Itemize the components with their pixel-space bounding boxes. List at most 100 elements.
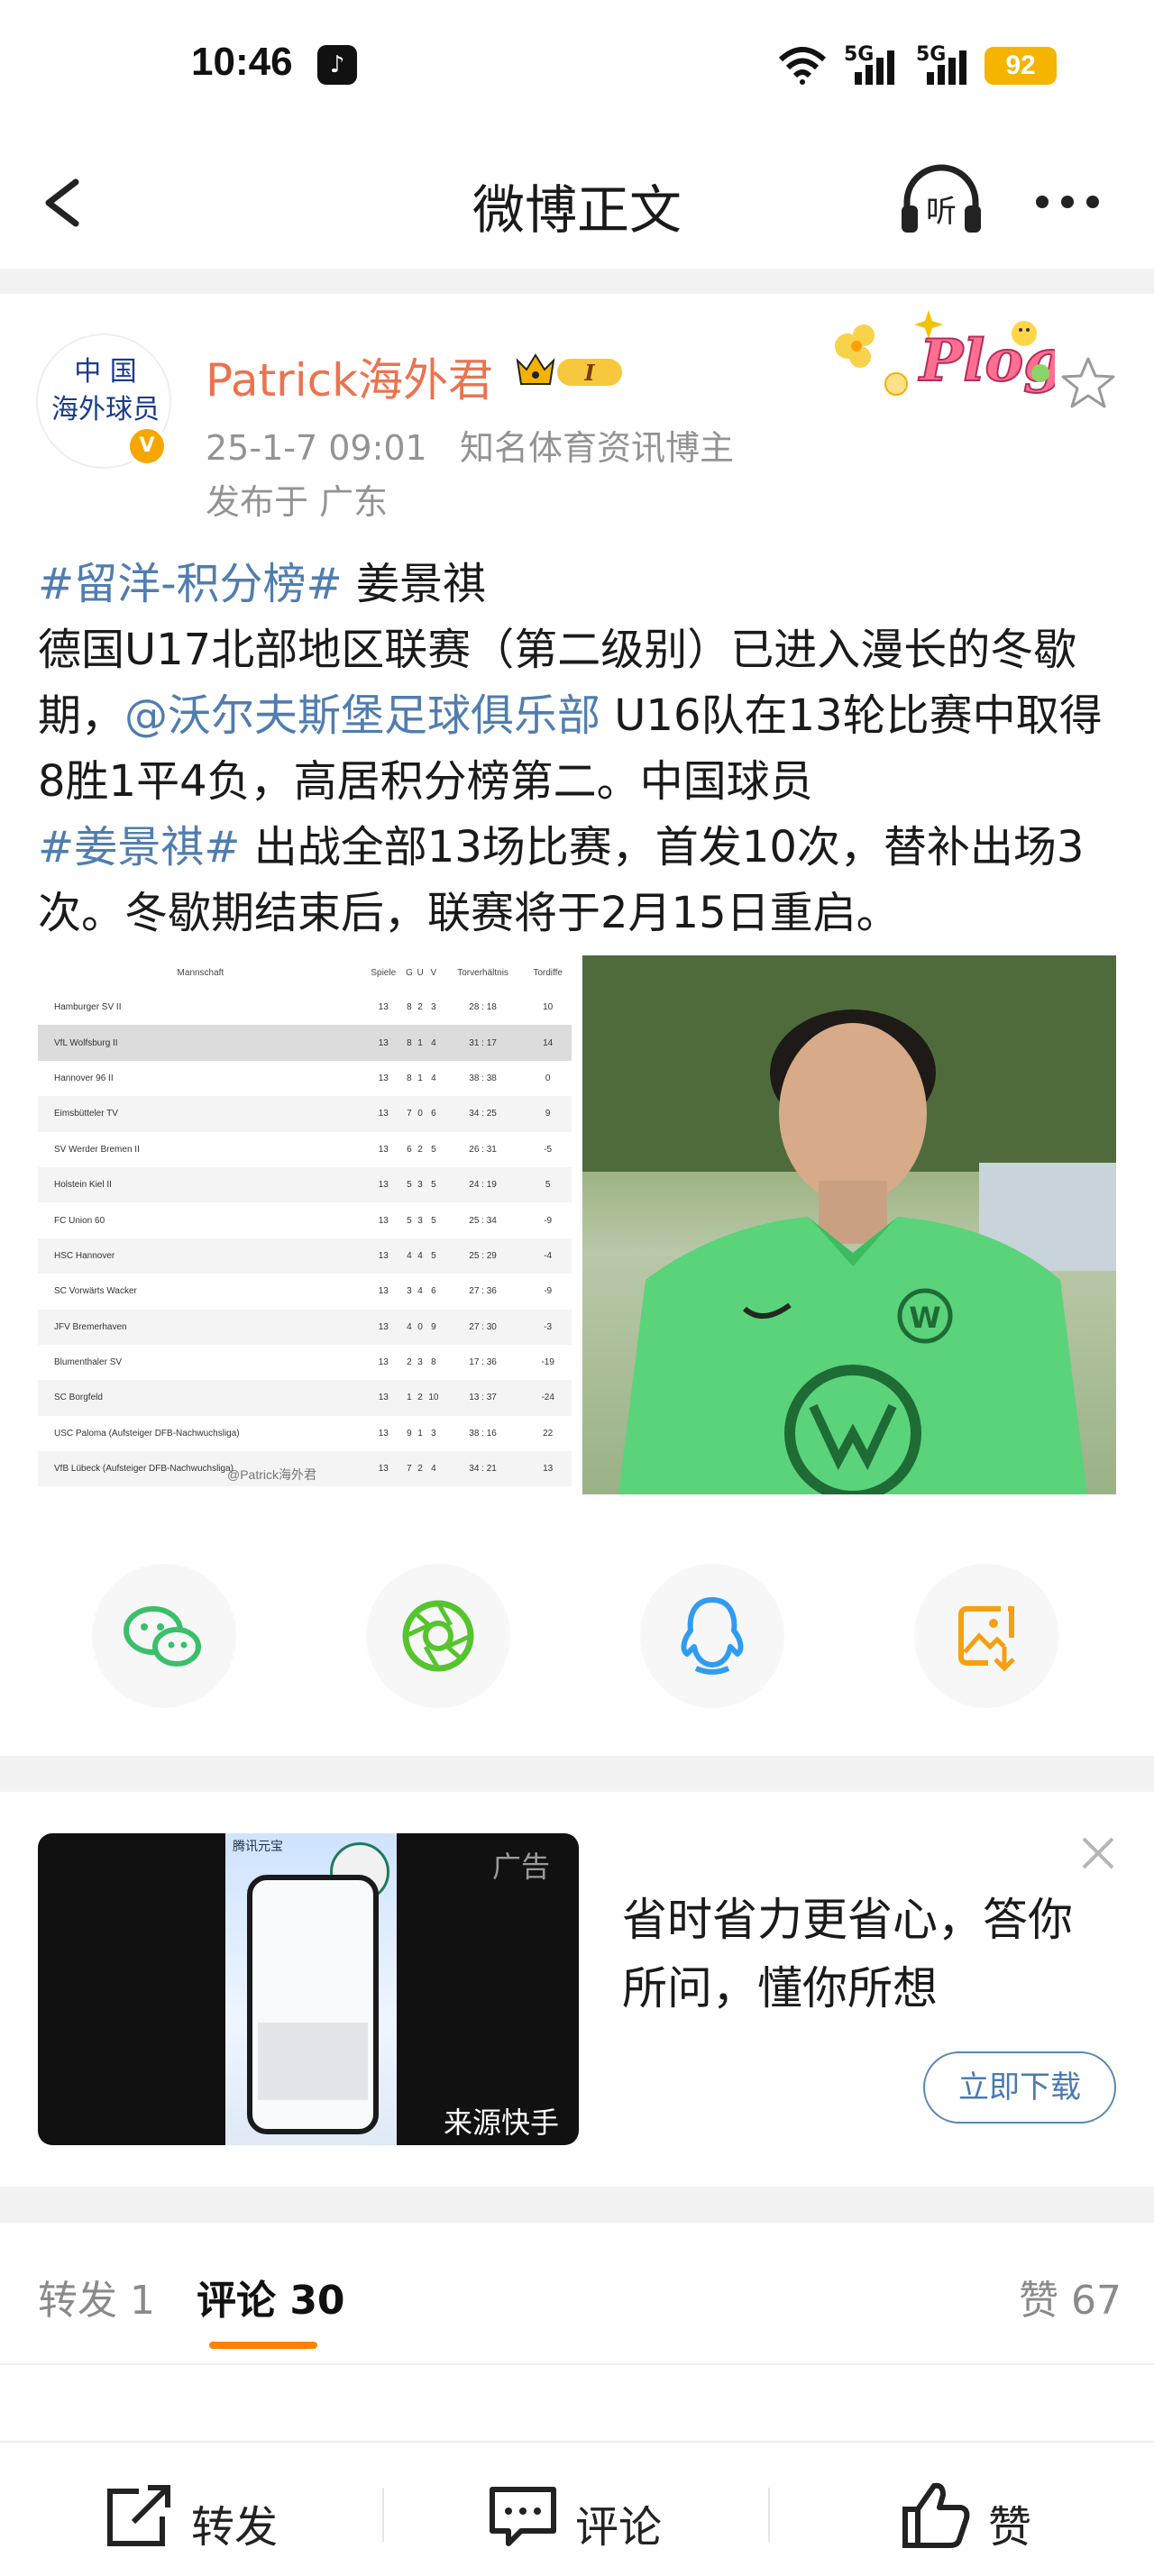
moments-icon <box>402 1600 474 1672</box>
bottom-action-bar: 转发 评论 赞 <box>0 2441 1154 2576</box>
username[interactable]: Patrick海外君 <box>206 344 493 409</box>
table-cell: 26 : 31 <box>469 1144 497 1155</box>
table-cell: -9 <box>544 1286 553 1297</box>
ad-phone-keyboard <box>258 2023 368 2100</box>
table-cell: 22 <box>543 1428 554 1439</box>
player-photo-image[interactable]: W <box>582 955 1116 1494</box>
table-cell: 2 <box>415 1451 426 1487</box>
ad-text[interactable]: 省时省力更省心，答你所问，懂你所想 <box>622 1886 1100 2023</box>
team-name-cell: Hamburger SV II <box>54 1002 122 1013</box>
table-cell: 27 : 36 <box>469 1286 497 1297</box>
table-cell: 0 <box>545 1073 551 1083</box>
status-bar: 10:46 ♪ 5G 5G 92 <box>0 0 1154 135</box>
table-cell: 3 <box>431 1428 436 1439</box>
forward-button[interactable]: 转发 <box>101 2479 308 2553</box>
table-cell: 2 <box>415 1380 426 1416</box>
table-row: SV Werder Bremen II 13 6 2 5 26 : 31 -5 <box>38 1132 572 1167</box>
vip-crown-badge-icon[interactable]: I <box>512 348 635 393</box>
table-cell: 13 <box>362 1238 404 1274</box>
table-cell: 13 <box>378 1357 389 1368</box>
team-name-cell: SC Vorwärts Wacker <box>54 1286 137 1297</box>
table-cell: -24 <box>524 1380 572 1416</box>
table-cell: 4 <box>417 1286 423 1297</box>
table-cell: 6 <box>407 1144 412 1155</box>
team-name-cell: SC Borgfeld <box>38 1380 363 1416</box>
comment-button[interactable]: 评论 <box>485 2479 692 2553</box>
table-cell: 5 <box>403 1166 416 1203</box>
team-name-cell: JFV Bremerhaven <box>38 1309 363 1345</box>
table-cell: 9 <box>425 1309 442 1345</box>
table-cell: 3 <box>431 1002 436 1013</box>
team-name-cell: SV Werder Bremen II <box>54 1144 140 1155</box>
share-qq-button[interactable] <box>640 1564 784 1708</box>
tab-comment[interactable]: 评论 30 <box>197 2268 345 2325</box>
table-cell: 8 <box>431 1357 436 1368</box>
mention-link[interactable]: @沃尔夫斯堡足球俱乐部 <box>124 690 600 741</box>
table-cell: -19 <box>541 1357 554 1368</box>
table-cell: 4 <box>403 1309 416 1345</box>
table-cell: 1 <box>417 1428 423 1439</box>
table-cell: 34 : 25 <box>441 1096 525 1132</box>
favorite-button[interactable] <box>1057 352 1120 415</box>
status-time: 10:46 <box>191 40 293 84</box>
more-button[interactable] <box>1024 177 1111 227</box>
player-tag-link[interactable]: #姜景祺# <box>38 822 240 872</box>
table-row: Blumenthaler SV 13 2 3 8 17 : 36 -19 <box>38 1345 572 1380</box>
star-icon <box>1061 357 1115 408</box>
table-header-cell: Mannschaft <box>177 967 224 978</box>
table-cell: 13 <box>524 1451 572 1487</box>
table-cell: 5 <box>431 1215 436 1226</box>
table-header-cell: G <box>406 967 413 978</box>
table-cell: 38 : 38 <box>469 1073 497 1083</box>
table-cell: 5 <box>425 1238 442 1274</box>
active-tab-indicator <box>209 2342 317 2349</box>
table-cell: 13 <box>378 1073 389 1083</box>
standings-table-image[interactable]: Mannschaft Spiele G U V Torverhältnis Tordiffe… <box>38 955 572 1494</box>
battery-indicator: 92 <box>985 47 1057 85</box>
table-cell: 6 <box>425 1096 442 1132</box>
thumbs-up-icon <box>902 2482 970 2548</box>
section-gap <box>0 269 1154 294</box>
table-cell: 31 : 17 <box>441 1025 525 1061</box>
tab-forward[interactable]: 转发 1 <box>38 2268 155 2325</box>
ad-source: 来源快手 <box>444 2106 560 2140</box>
comment-label: 评论 <box>575 2502 663 2553</box>
table-cell: 13 <box>378 1002 389 1013</box>
vip-level: I <box>583 360 595 386</box>
ad-close-button[interactable] <box>1075 1830 1122 1877</box>
comment-icon <box>490 2487 556 2546</box>
team-name-cell: Holstein Kiel II <box>38 1166 363 1203</box>
team-name-cell: Blumenthaler SV <box>54 1357 123 1368</box>
post-content: #留洋-积分榜# 姜景祺 德国U17北部地区联赛（第二级别）已进入漫长的冬歇期，… <box>38 552 1120 946</box>
table-row: JFV Bremerhaven 13 4 0 9 27 : 30 -3 <box>38 1309 572 1345</box>
share-moments-button[interactable] <box>366 1564 510 1708</box>
table-cell: 13 <box>378 1428 389 1439</box>
table-cell: 13 <box>378 1215 389 1226</box>
listen-button[interactable]: 听 <box>898 162 985 243</box>
table-cell: 8 <box>403 1025 416 1061</box>
table-cell: 3 <box>417 1357 423 1368</box>
svg-text:W: W <box>909 1301 940 1335</box>
table-cell: 10 <box>543 1002 554 1013</box>
table-row: HSC Hannover 13 4 4 5 25 : 29 -4 <box>38 1238 572 1274</box>
divider <box>0 2363 1154 2365</box>
ad-download-button[interactable]: 立即下载 <box>923 2051 1116 2124</box>
like-button[interactable]: 赞 <box>898 2479 1078 2553</box>
author-title: 知名体育资讯博主 <box>459 428 734 468</box>
wechat-icon <box>124 1606 201 1667</box>
team-name-cell: HSC Hannover <box>38 1238 363 1274</box>
forward-label: 转发 <box>191 2502 279 2553</box>
table-cell: 0 <box>415 1096 426 1132</box>
table-row: Hannover 96 II 13 8 1 4 38 : 38 0 <box>38 1061 572 1096</box>
save-image-button[interactable] <box>914 1564 1058 1708</box>
table-cell: 1 <box>415 1025 426 1061</box>
table-row: SC Borgfeld 13 1 2 10 13 : 37 -24 <box>38 1380 572 1416</box>
separator <box>768 2488 770 2542</box>
table-cell: 3 <box>417 1215 423 1226</box>
tab-like[interactable]: 赞 67 <box>1019 2268 1122 2325</box>
share-wechat-button[interactable] <box>92 1564 236 1708</box>
table-cell: 9 <box>524 1096 572 1132</box>
tiktok-notification-icon: ♪ <box>317 45 357 85</box>
topic-tag-link[interactable]: #留洋-积分榜# <box>38 559 343 609</box>
post-text-1: 姜景祺 <box>342 559 487 609</box>
